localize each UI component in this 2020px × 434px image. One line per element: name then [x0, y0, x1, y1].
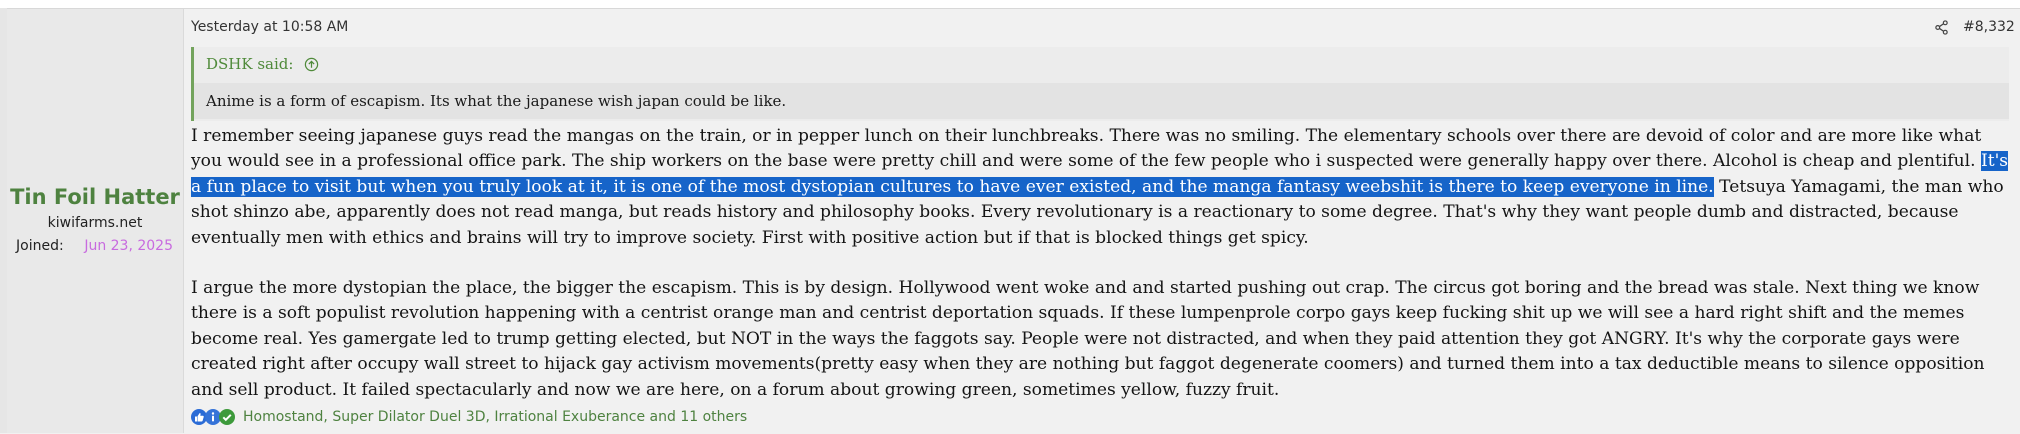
- post-number-link[interactable]: #8,332: [1963, 19, 2015, 35]
- quote-text: Anime is a form of escapism. Its what th…: [206, 92, 787, 110]
- share-icon[interactable]: [1934, 20, 1949, 35]
- check-icon: [219, 409, 235, 425]
- paragraph-text: I remember seeing japanese guys read the…: [191, 126, 1982, 172]
- quote-author: DSHK said:: [206, 55, 294, 73]
- arrow-up-circle-icon[interactable]: [304, 57, 319, 72]
- reactions-list-link[interactable]: Homostand, Super Dilator Duel 3D, Irrati…: [243, 409, 747, 425]
- quote-block: DSHK said: Anime is a form of escapism. …: [191, 47, 2009, 121]
- post-paragraph: I remember seeing japanese guys read the…: [191, 124, 2011, 251]
- quote-content: Anime is a form of escapism. Its what th…: [194, 83, 2009, 119]
- post-body: I remember seeing japanese guys read the…: [191, 124, 2011, 403]
- reactions-bar[interactable]: Homostand, Super Dilator Duel 3D, Irrati…: [191, 408, 747, 426]
- quote-author-link[interactable]: DSHK said:: [206, 55, 319, 73]
- joined-date: Jun 23, 2025: [84, 238, 173, 254]
- post-paragraph: I argue the more dystopian the place, th…: [191, 278, 1985, 400]
- user-info-panel: Tin Foil Hatter kiwifarms.net Joined: Ju…: [7, 9, 184, 433]
- post-date-link[interactable]: Yesterday at 10:58 AM: [191, 19, 348, 35]
- post-main: Yesterday at 10:58 AM #8,332 DSHK said: …: [191, 9, 2015, 433]
- username-link[interactable]: Tin Foil Hatter: [7, 185, 183, 209]
- user-title: kiwifarms.net: [47, 215, 143, 231]
- joined-label: Joined:: [16, 238, 64, 254]
